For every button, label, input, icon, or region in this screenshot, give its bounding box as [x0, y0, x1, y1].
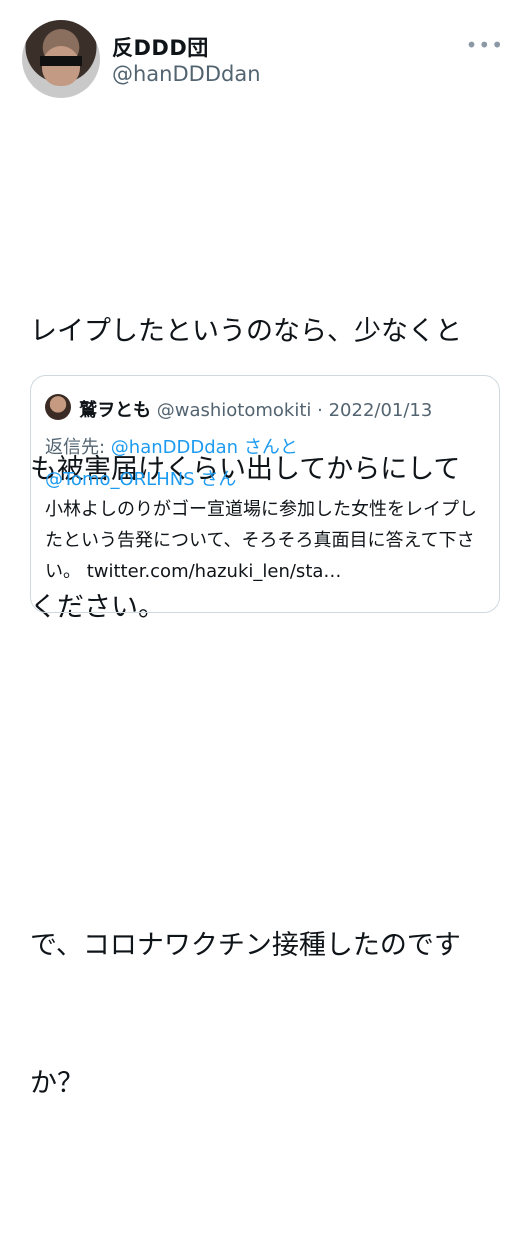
tweet-paragraph-2: で、コロナワクチン接種したのです か？	[30, 831, 500, 1199]
author-avatar[interactable]	[22, 20, 100, 98]
more-options-icon[interactable]: •••	[466, 33, 504, 57]
author-name[interactable]: 反DDD団	[112, 32, 209, 62]
tweet-text: レイプしたというのなら、少なくと も被害届けくらい出してからにして ください。 …	[30, 125, 500, 1245]
quote-body-text: 小林よしのりがゴー宣道場に参加した女性をレイプしたという告発について、そろそろ真…	[45, 499, 477, 582]
reply-label: 返信先:	[45, 437, 111, 458]
quote-date[interactable]: 2022/01/13	[329, 400, 433, 421]
quote-author-name[interactable]: 鷲ヲとも	[79, 400, 151, 421]
quote-author-handle[interactable]: @washiotomokiti	[157, 400, 312, 421]
reply-suffix: さんと	[243, 437, 298, 458]
quote-separator: ·	[317, 400, 323, 421]
author-handle[interactable]: @hanDDDdan	[112, 62, 261, 86]
tweet-line: レイプしたというのなら、少なくと	[30, 316, 462, 347]
avatar-censor-bar	[40, 56, 82, 66]
quote-author-avatar[interactable]	[45, 394, 71, 420]
reply-suffix: さん	[200, 469, 237, 490]
reply-mention-link[interactable]: @Tomo_ORLHNS	[45, 469, 195, 490]
reply-mention-link[interactable]: @hanDDDdan	[111, 437, 238, 458]
tweet-line: か？	[30, 1068, 84, 1099]
quote-header: 鷲ヲとも @washiotomokiti · 2022/01/13	[79, 396, 432, 422]
avatar-face	[42, 46, 80, 86]
tweet-line: で、コロナワクチン接種したのです	[30, 930, 461, 961]
quote-reply-to: 返信先: @hanDDDdan さんと @Tomo_ORLHNS さん	[45, 432, 485, 496]
quoted-tweet-card[interactable]: 鷲ヲとも @washiotomokiti · 2022/01/13 返信先: @…	[30, 375, 500, 613]
